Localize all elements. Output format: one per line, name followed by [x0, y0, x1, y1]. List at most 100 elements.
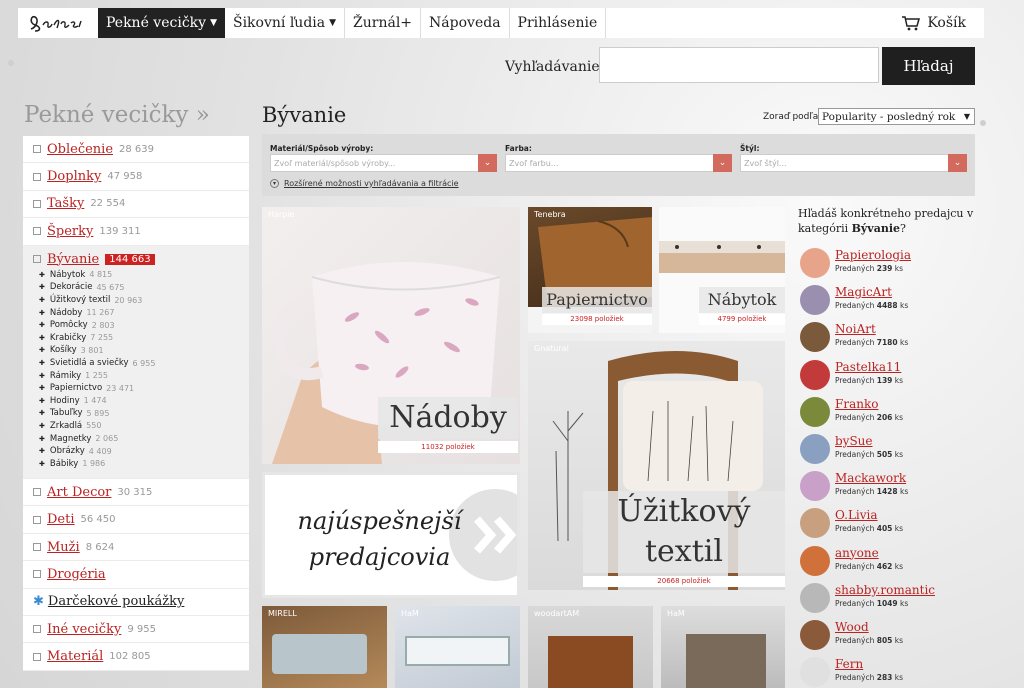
- sidebar-category[interactable]: Šperky 139 311: [23, 218, 249, 246]
- avatar[interactable]: [800, 359, 830, 390]
- tile-bottom[interactable]: woodartAM: [528, 606, 653, 688]
- nav-item-0[interactable]: Pekné vecičky ▼: [98, 8, 225, 38]
- chevron-down-icon[interactable]: ⌄: [478, 154, 497, 172]
- sidebar-category[interactable]: ✱ Darčekové poukážky: [23, 588, 249, 617]
- seller-item[interactable]: Fern Predaných 283 ks: [800, 657, 980, 688]
- expand-box-icon[interactable]: [33, 570, 41, 579]
- collapse-box-icon[interactable]: [33, 255, 41, 264]
- seller-name[interactable]: bySue: [835, 434, 873, 448]
- seller-item[interactable]: Wood Predaných 805 ks: [800, 620, 980, 657]
- subcategory-item[interactable]: ✚ Rámiky 1 255: [39, 369, 155, 382]
- category-link[interactable]: Bývanie: [47, 252, 99, 267]
- avatar[interactable]: [800, 396, 830, 427]
- seller-item[interactable]: bySue Predaných 505 ks: [800, 434, 980, 471]
- avatar[interactable]: [800, 322, 830, 353]
- subcategory-item[interactable]: ✚ Nábytok 4 815: [39, 269, 155, 282]
- subcategory-item[interactable]: ✚ Nádoby 11 267: [39, 306, 155, 319]
- seller-item[interactable]: anyone Predaných 462 ks: [800, 545, 980, 583]
- avatar[interactable]: [800, 434, 830, 464]
- active-category-head[interactable]: Bývanie 144 663: [33, 252, 155, 267]
- tile-bottom[interactable]: MIRELL: [262, 606, 387, 688]
- seller-item[interactable]: shabby.romantic Predaných 1049 ks: [800, 582, 980, 620]
- filter-color-select[interactable]: Zvoľ farbu... ⌄: [505, 154, 732, 172]
- expand-box-icon[interactable]: [33, 543, 41, 552]
- expand-box-icon[interactable]: [33, 145, 41, 154]
- seller-name[interactable]: O.Livia: [835, 508, 878, 522]
- search-button[interactable]: Hľadaj: [882, 47, 975, 85]
- expand-box-icon[interactable]: [33, 515, 41, 524]
- cart-button[interactable]: Košík: [901, 15, 984, 31]
- sidebar-category[interactable]: Oblečenie 28 639: [23, 136, 249, 164]
- seller-item[interactable]: NoiArt Predaných 7180 ks: [800, 322, 980, 359]
- subcategory-item[interactable]: ✚ Obrázky 4 409: [39, 445, 155, 458]
- sidebar-category[interactable]: Muži 8 624: [23, 533, 249, 562]
- avatar[interactable]: [800, 620, 830, 650]
- seller-name[interactable]: shabby.romantic: [835, 583, 935, 597]
- subcategory-item[interactable]: ✚ Zrkadlá 550: [39, 420, 155, 433]
- avatar[interactable]: [800, 582, 830, 613]
- expand-box-icon[interactable]: [33, 652, 41, 661]
- tile-papiernictvo[interactable]: Tenebra Papiernictvo 23098 položiek: [528, 207, 652, 333]
- avatar[interactable]: [800, 508, 830, 539]
- sidebar-category[interactable]: Tašky 22 554: [23, 190, 249, 219]
- filter-style-select[interactable]: Zvoľ štýl... ⌄: [740, 154, 967, 172]
- tile-bottom[interactable]: HaM: [395, 606, 520, 688]
- category-link[interactable]: Doplnky: [47, 169, 101, 184]
- category-link[interactable]: Tašky: [47, 196, 84, 211]
- avatar[interactable]: [800, 248, 830, 278]
- subcategory-item[interactable]: ✚ Svietidlá a sviečky 6 955: [39, 357, 155, 370]
- sidebar-category[interactable]: Art Decor 30 315: [23, 479, 249, 507]
- subcategory-item[interactable]: ✚ Pomôcky 2 803: [39, 319, 155, 332]
- sidebar-category[interactable]: Doplnky 47 958: [23, 163, 249, 191]
- category-link[interactable]: Materiál: [47, 649, 103, 664]
- nav-item-3[interactable]: Nápoveda: [421, 8, 510, 38]
- subcategory-item[interactable]: ✚ Úžitkový textil 20 963: [39, 294, 155, 307]
- tile-top-sellers[interactable]: najúspešnejší predajcovia: [262, 472, 520, 598]
- category-link[interactable]: Deti: [47, 512, 75, 527]
- nav-item-4[interactable]: Prihlásenie: [510, 8, 607, 38]
- avatar[interactable]: [800, 657, 830, 688]
- subcategory-item[interactable]: ✚ Bábiky 1 986: [39, 457, 155, 470]
- expand-box-icon[interactable]: [33, 227, 41, 236]
- expand-box-icon[interactable]: [33, 625, 41, 634]
- seller-item[interactable]: Franko Predaných 206 ks: [800, 396, 980, 434]
- tile-nadoby[interactable]: Harpie Nádoby 11032 položiek: [262, 207, 520, 464]
- category-link[interactable]: Šperky: [47, 224, 93, 239]
- subcategory-item[interactable]: ✚ Hodiny 1 474: [39, 395, 155, 408]
- seller-item[interactable]: Pastelka11 Predaných 139 ks: [800, 359, 980, 397]
- seller-name[interactable]: Fern: [835, 657, 863, 671]
- tile-uzitkovy-textil[interactable]: Gnatural Úžitkový textil 20668 položiek: [528, 341, 785, 590]
- site-logo[interactable]: [18, 8, 98, 38]
- sort-select[interactable]: Popularity - posledný rok ▼: [818, 108, 975, 125]
- seller-item[interactable]: O.Livia Predaných 405 ks: [800, 508, 980, 545]
- sidebar-category[interactable]: Deti 56 450: [23, 506, 249, 534]
- subcategory-item[interactable]: ✚ Tabuľky 5 895: [39, 407, 155, 420]
- sidebar-title[interactable]: Pekné vecičky »: [24, 102, 210, 128]
- seller-name[interactable]: Mackawork: [835, 471, 906, 485]
- category-link[interactable]: Darčekové poukážky: [48, 594, 184, 609]
- search-input[interactable]: [599, 47, 879, 83]
- chevron-down-icon[interactable]: ⌄: [713, 154, 732, 172]
- filter-material-select[interactable]: Zvoľ materiál/spôsob výroby... ⌄: [270, 154, 497, 172]
- expand-box-icon[interactable]: [33, 488, 41, 497]
- subcategory-item[interactable]: ✚ Košíky 3 801: [39, 344, 155, 357]
- seller-name[interactable]: MagicArt: [835, 285, 892, 299]
- avatar[interactable]: [800, 285, 830, 316]
- subcategory-item[interactable]: ✚ Magnetky 2 065: [39, 432, 155, 445]
- seller-name[interactable]: Papierologia: [835, 248, 911, 262]
- expand-box-icon[interactable]: [33, 172, 41, 181]
- seller-name[interactable]: Pastelka11: [835, 360, 901, 374]
- seller-item[interactable]: MagicArt Predaných 4488 ks: [800, 285, 980, 322]
- nav-item-1[interactable]: Šikovní ľudia ▼: [225, 8, 346, 38]
- category-link[interactable]: Drogéria: [47, 567, 106, 582]
- category-link[interactable]: Iné vecičky: [47, 622, 121, 637]
- seller-name[interactable]: NoiArt: [835, 322, 876, 336]
- category-link[interactable]: Art Decor: [47, 485, 111, 500]
- tile-bottom[interactable]: HaM: [661, 606, 785, 688]
- category-link[interactable]: Oblečenie: [47, 142, 113, 157]
- avatar[interactable]: [800, 471, 830, 502]
- sidebar-category[interactable]: Iné vecičky 9 955: [23, 616, 249, 644]
- expand-box-icon[interactable]: [33, 199, 41, 208]
- category-link[interactable]: Muži: [47, 540, 80, 555]
- subcategory-item[interactable]: ✚ Papiernictvo 23 471: [39, 382, 155, 395]
